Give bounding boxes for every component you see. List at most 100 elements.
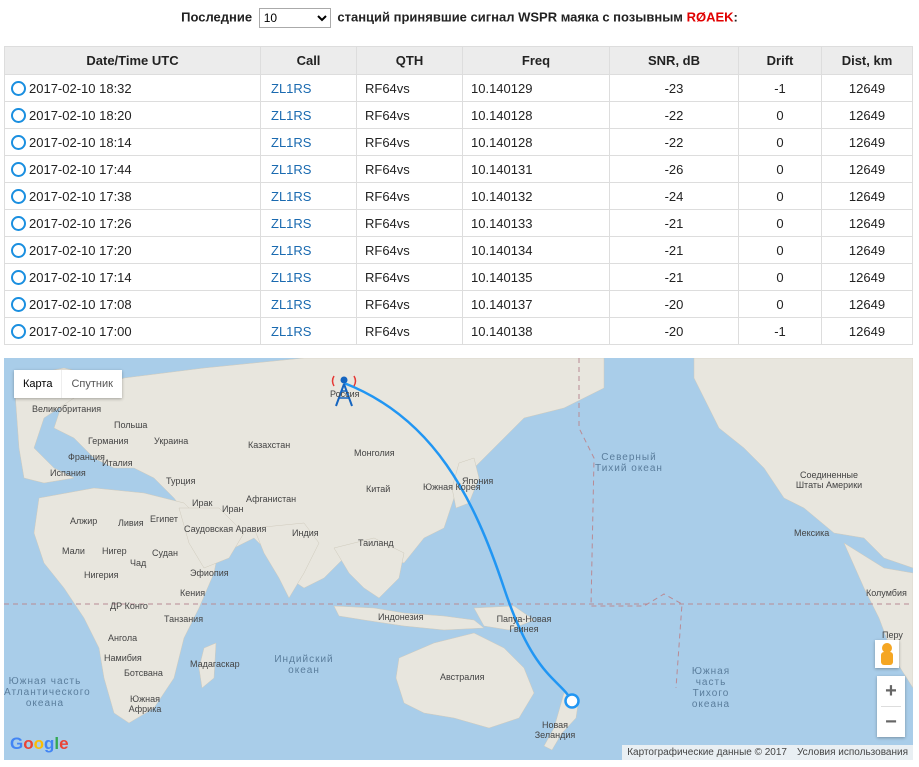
- cell-snr: -26: [609, 155, 739, 183]
- map-label-thailand: Таиланд: [358, 538, 394, 548]
- map-label-ukraine: Украина: [154, 436, 189, 446]
- cell-freq: 10.140137: [462, 290, 610, 318]
- col-call[interactable]: Call: [260, 46, 357, 75]
- zoom-out-button[interactable]: −: [877, 707, 905, 737]
- page-header: Последние 10 станций принявшие сигнал WS…: [0, 8, 919, 28]
- cell-snr: -21: [609, 209, 739, 237]
- header-prefix: Последние: [181, 9, 253, 25]
- map-type-map-button[interactable]: Карта: [14, 370, 61, 398]
- cell-freq: 10.140133: [462, 209, 610, 237]
- call-link[interactable]: ZL1RS: [271, 297, 311, 312]
- street-view-pegman-icon[interactable]: [875, 640, 899, 668]
- table-row[interactable]: 2017-02-10 17:00 ZL1RS RF64vs 10.140138 -20-…: [4, 317, 913, 345]
- call-link[interactable]: ZL1RS: [271, 324, 311, 339]
- table-row[interactable]: 2017-02-10 17:14 ZL1RS RF64vs 10.140135 -21 0…: [4, 263, 913, 291]
- cell-dist: 12649: [821, 101, 913, 129]
- table-header-row: Date/Time UTC Call QTH Freq SNR, dB Drif…: [4, 46, 913, 75]
- cell-dist: 12649: [821, 317, 913, 345]
- cell-drift: 0: [738, 236, 822, 264]
- call-link[interactable]: ZL1RS: [271, 216, 311, 231]
- row-select-radio[interactable]: [11, 107, 26, 123]
- col-dist[interactable]: Dist, km: [821, 46, 913, 75]
- map-label-kazakhstan: Казахстан: [248, 440, 291, 450]
- table-row[interactable]: 2017-02-10 17:44 ZL1RS RF64vs 10.140131 -26 0…: [4, 155, 913, 183]
- map-label-china: Китай: [366, 484, 391, 494]
- terms-of-use-link[interactable]: Условия использования: [792, 745, 913, 760]
- table-row[interactable]: 2017-02-10 18:14 ZL1RS RF64vs 10.140128 -22 0…: [4, 128, 913, 156]
- call-link[interactable]: ZL1RS: [271, 108, 311, 123]
- map-label-namibia: Намибия: [104, 653, 142, 663]
- row-select-radio[interactable]: [11, 296, 26, 312]
- map-view[interactable]: Карта Спутник Россия Великобритания Поль…: [4, 358, 913, 760]
- cell-qth: RF64vs: [356, 317, 463, 345]
- row-select-radio[interactable]: [11, 188, 26, 204]
- cell-dist: 12649: [821, 182, 913, 210]
- table-row[interactable]: 2017-02-10 18:32 ZL1RS RF64vs 10.140129 -23-…: [4, 74, 913, 102]
- col-snr[interactable]: SNR, dB: [609, 46, 739, 75]
- call-link[interactable]: ZL1RS: [271, 270, 311, 285]
- row-select-radio[interactable]: [11, 242, 26, 258]
- cell-dist: 12649: [821, 74, 913, 102]
- call-link[interactable]: ZL1RS: [271, 189, 311, 204]
- call-link[interactable]: ZL1RS: [271, 135, 311, 150]
- header-middle: станций принявшие сигнал WSPR маяка с по…: [337, 9, 683, 25]
- map-label-niger: Нигер: [102, 546, 127, 556]
- map-label-poland: Польша: [114, 420, 148, 430]
- call-link[interactable]: ZL1RS: [271, 162, 311, 177]
- cell-qth: RF64vs: [356, 209, 463, 237]
- row-select-radio[interactable]: [11, 269, 26, 285]
- receiver-marker-icon: [564, 693, 580, 709]
- cell-freq: 10.140134: [462, 236, 610, 264]
- col-freq[interactable]: Freq: [462, 46, 610, 75]
- cell-datetime: 2017-02-10 17:44: [4, 155, 261, 183]
- map-label-south-africa: Южная Африка: [128, 694, 162, 714]
- col-datetime[interactable]: Date/Time UTC: [4, 46, 261, 75]
- table-row[interactable]: 2017-02-10 17:38 ZL1RS RF64vs 10.140132 -24 0…: [4, 182, 913, 210]
- beacon-callsign: RØAEK: [686, 9, 734, 25]
- map-label-ethiopia: Эфиопия: [190, 568, 229, 578]
- map-label-indonesia: Индонезия: [378, 612, 424, 622]
- station-count-select[interactable]: 10: [258, 8, 331, 28]
- google-logo[interactable]: Google: [10, 734, 69, 754]
- call-link[interactable]: ZL1RS: [271, 81, 311, 96]
- col-qth[interactable]: QTH: [356, 46, 463, 75]
- cell-datetime: 2017-02-10 17:00: [4, 317, 261, 345]
- map-type-satellite-button[interactable]: Спутник: [61, 370, 121, 398]
- table-row[interactable]: 2017-02-10 18:20 ZL1RS RF64vs 10.140128 -22 0…: [4, 101, 913, 129]
- cell-qth: RF64vs: [356, 74, 463, 102]
- zoom-in-button[interactable]: +: [877, 676, 905, 706]
- map-type-control: Карта Спутник: [14, 370, 122, 398]
- datetime-text: 2017-02-10 18:20: [29, 107, 132, 123]
- cell-datetime: 2017-02-10 17:08: [4, 290, 261, 318]
- table-row[interactable]: 2017-02-10 17:26 ZL1RS RF64vs 10.140133 -21 0…: [4, 209, 913, 237]
- row-select-radio[interactable]: [11, 80, 26, 96]
- map-label-australia: Австралия: [440, 672, 485, 682]
- datetime-text: 2017-02-10 17:38: [29, 188, 132, 204]
- cell-datetime: 2017-02-10 18:20: [4, 101, 261, 129]
- map-label-peru: Перу: [882, 630, 903, 640]
- row-select-radio[interactable]: [11, 323, 26, 339]
- map-label-spain: Испания: [50, 468, 86, 478]
- table-row[interactable]: 2017-02-10 17:08 ZL1RS RF64vs 10.140137 -20 0…: [4, 290, 913, 318]
- map-label-south-atlantic: Южная часть Атлантического океана: [4, 676, 91, 709]
- row-select-radio[interactable]: [11, 134, 26, 150]
- map-label-kenya: Кения: [180, 588, 206, 598]
- map-label-mali: Мали: [62, 546, 85, 556]
- call-link[interactable]: ZL1RS: [271, 243, 311, 258]
- row-select-radio[interactable]: [11, 161, 26, 177]
- cell-snr: -20: [609, 290, 739, 318]
- map-label-usa: Соединенные Штаты Америки: [795, 470, 863, 490]
- table-row[interactable]: 2017-02-10 17:20 ZL1RS RF64vs 10.140134 -21 0…: [4, 236, 913, 264]
- map-label-india: Индия: [292, 528, 319, 538]
- row-select-radio[interactable]: [11, 215, 26, 231]
- map-label-png: Папуа-Новая Гвинея: [496, 614, 552, 634]
- map-label-madagascar: Мадагаскар: [190, 659, 240, 669]
- map-label-egypt: Египет: [150, 514, 179, 524]
- cell-freq: 10.140128: [462, 101, 610, 129]
- map-label-nigeria: Нигерия: [84, 570, 119, 580]
- cell-drift: 0: [738, 155, 822, 183]
- cell-qth: RF64vs: [356, 290, 463, 318]
- cell-datetime: 2017-02-10 18:14: [4, 128, 261, 156]
- col-drift[interactable]: Drift: [738, 46, 822, 75]
- map-label-drc: ДР Конго: [110, 601, 148, 611]
